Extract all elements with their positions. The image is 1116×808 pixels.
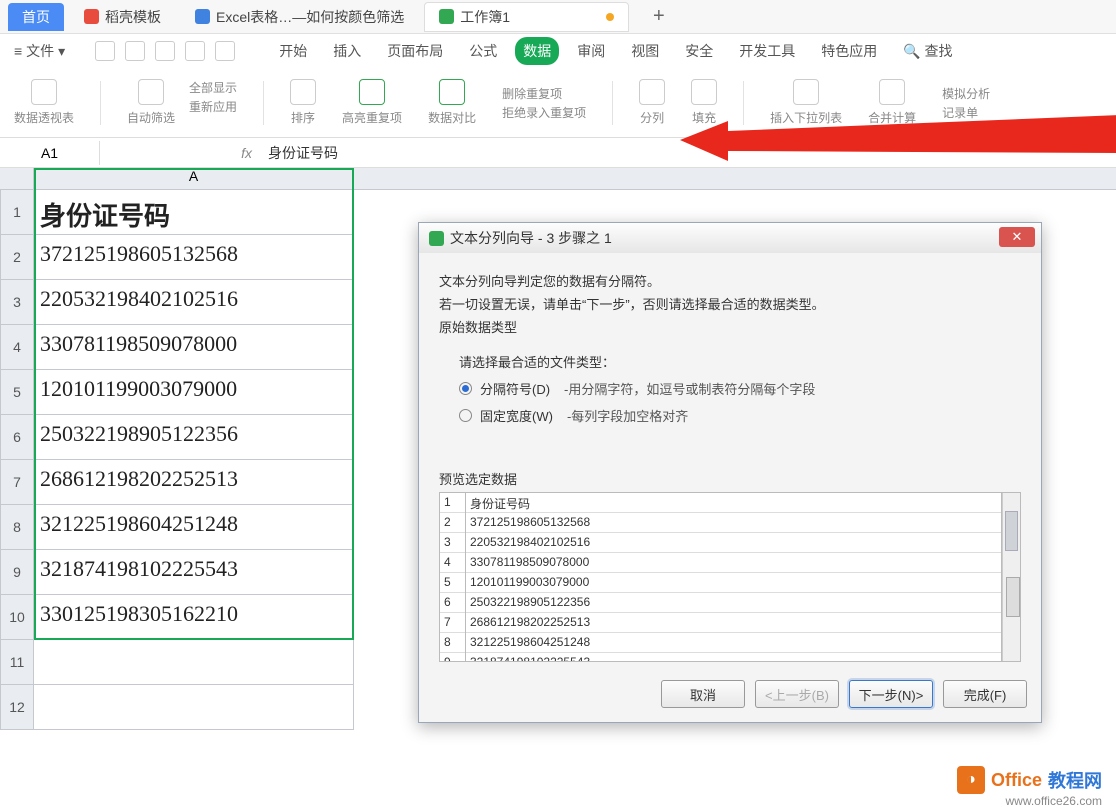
dialog-title: 文本分列向导 - 3 步骤之 1 [450, 228, 612, 248]
row-num[interactable]: 10 [0, 595, 34, 640]
cell[interactable]: 250322198905122356 [34, 415, 354, 460]
option-delimited[interactable]: 分隔符号(D) -用分隔字符，如逗号或制表符分隔每个字段 [459, 379, 1011, 398]
select-all-corner[interactable] [0, 168, 34, 189]
radio-icon [459, 409, 472, 422]
cancel-button[interactable]: 取消 [661, 680, 745, 708]
finish-button[interactable]: 完成(F) [943, 680, 1027, 708]
rb-compare[interactable]: 数据对比 [428, 79, 476, 126]
row-num[interactable]: 12 [0, 685, 34, 730]
rb-pivot[interactable]: 数据透视表 [14, 79, 74, 126]
menu-insert[interactable]: 插入 [325, 37, 369, 65]
dialog-desc1: 文本分列向导判定您的数据有分隔符。 [439, 271, 1021, 290]
preview-label: 预览选定数据 [439, 469, 1021, 488]
rb-record[interactable]: 记录单 [942, 104, 990, 121]
rb-showall[interactable]: 全部显示 [189, 79, 237, 96]
doc-icon [195, 9, 210, 24]
rb-sort[interactable]: 排序 [290, 79, 316, 126]
menu-view[interactable]: 视图 [623, 37, 667, 65]
cell[interactable]: 身份证号码 [34, 190, 354, 235]
menu-data[interactable]: 数据 [515, 37, 559, 65]
row-num[interactable]: 4 [0, 325, 34, 370]
watermark-logo-icon: ◑ [957, 766, 985, 794]
tab-home[interactable]: 首页 [8, 3, 64, 31]
rb-whatif[interactable]: 模拟分析 [942, 85, 990, 102]
prev-button: <上一步(B) [755, 680, 839, 708]
radio-icon [459, 382, 472, 395]
dialog-titlebar[interactable]: 文本分列向导 - 3 步骤之 1 ✕ [419, 223, 1041, 253]
window-tabbar: 首页 稻壳模板 Excel表格…—如何按颜色筛选 工作簿1 + [0, 0, 1116, 34]
menu-layout[interactable]: 页面布局 [379, 37, 451, 65]
tab-workbook[interactable]: 工作簿1 [424, 2, 629, 32]
tab-template[interactable]: 稻壳模板 [70, 3, 175, 31]
print-icon[interactable] [125, 41, 145, 61]
preview-line-numbers: 123456789 [440, 493, 466, 661]
file-menu[interactable]: ≡ 文件 ▾ [14, 41, 65, 61]
row-num[interactable]: 11 [0, 640, 34, 685]
preview-pane: 123456789 身份证号码 372125198605132568 22053… [439, 492, 1021, 662]
col-header-A[interactable]: A [34, 168, 354, 189]
menubar: ≡ 文件 ▾ 开始 插入 页面布局 公式 数据 审阅 视图 安全 开发工具 特色… [0, 34, 1116, 68]
preview-icon[interactable] [155, 41, 175, 61]
menu-search[interactable]: 🔍 查找 [895, 37, 960, 65]
rb-dropdown[interactable]: 插入下拉列表 [770, 79, 842, 126]
formula-value[interactable]: 身份证号码 [260, 143, 1116, 163]
name-box[interactable]: A1 [0, 141, 100, 165]
cell[interactable]: 120101199003079000 [34, 370, 354, 415]
cell[interactable]: 321874198102225543 [34, 550, 354, 595]
rb-filter[interactable]: 自动筛选 [127, 79, 175, 126]
close-button[interactable]: ✕ [999, 227, 1035, 247]
row-num[interactable]: 2 [0, 235, 34, 280]
section-label: 原始数据类型 [439, 317, 1021, 336]
cell[interactable]: 220532198402102516 [34, 280, 354, 325]
rb-highlight-dup[interactable]: 高亮重复项 [342, 79, 402, 126]
menu-review[interactable]: 审阅 [569, 37, 613, 65]
rb-remove-dup[interactable]: 删除重复项 [502, 85, 586, 102]
row-num[interactable]: 1 [0, 190, 34, 235]
next-button[interactable]: 下一步(N)> [849, 680, 933, 708]
rb-text-to-columns[interactable]: 分列 [639, 79, 665, 126]
redo-icon[interactable] [215, 41, 235, 61]
tab-excel-doc[interactable]: Excel表格…—如何按颜色筛选 [181, 3, 418, 31]
rb-reapply[interactable]: 重新应用 [189, 98, 237, 115]
save-icon[interactable] [95, 41, 115, 61]
menu-security[interactable]: 安全 [677, 37, 721, 65]
rb-consolidate[interactable]: 合并计算 [868, 79, 916, 126]
sheet-icon [439, 9, 454, 24]
row-num[interactable]: 7 [0, 460, 34, 505]
dialog-icon [429, 231, 444, 246]
row-num[interactable]: 3 [0, 280, 34, 325]
unsaved-dot-icon [606, 13, 614, 21]
cell[interactable] [34, 685, 354, 730]
cell[interactable]: 330125198305162210 [34, 595, 354, 640]
preview-data-col: 身份证号码 372125198605132568 220532198402102… [466, 493, 1002, 661]
row-num[interactable]: 8 [0, 505, 34, 550]
cell[interactable] [34, 640, 354, 685]
menu-special[interactable]: 特色应用 [813, 37, 885, 65]
cell[interactable]: 268612198202252513 [34, 460, 354, 505]
menu-devtools[interactable]: 开发工具 [731, 37, 803, 65]
menu-start[interactable]: 开始 [271, 37, 315, 65]
dialog-desc2: 若一切设置无误，请单击“下一步”，否则请选择最合适的数据类型。 [439, 294, 1021, 313]
undo-icon[interactable] [185, 41, 205, 61]
watermark-url: www.office26.com [1006, 794, 1103, 808]
text-to-columns-dialog: 文本分列向导 - 3 步骤之 1 ✕ 文本分列向导判定您的数据有分隔符。 若一切… [418, 222, 1042, 723]
rb-reject-dup[interactable]: 拒绝录入重复项 [502, 104, 586, 121]
ribbon: 数据透视表 自动筛选 全部显示 重新应用 排序 高亮重复项 数据对比 删除重复项… [0, 68, 1116, 138]
cell[interactable]: 330781198509078000 [34, 325, 354, 370]
cell[interactable]: 372125198605132568 [34, 235, 354, 280]
rb-fill[interactable]: 填充 [691, 79, 717, 126]
preview-restore-icon[interactable] [1006, 577, 1020, 617]
option-prompt: 请选择最合适的文件类型： [459, 352, 1011, 371]
fire-icon [84, 9, 99, 24]
cell[interactable]: 321225198604251248 [34, 505, 354, 550]
row-num[interactable]: 6 [0, 415, 34, 460]
row-num[interactable]: 5 [0, 370, 34, 415]
formula-bar: A1 fx 身份证号码 [0, 138, 1116, 168]
watermark: ◑ Office教程网 [957, 766, 1102, 794]
fx-icon[interactable]: fx [100, 145, 260, 161]
option-fixedwidth[interactable]: 固定宽度(W) -每列字段加空格对齐 [459, 406, 1011, 425]
new-tab-button[interactable]: + [653, 5, 665, 28]
menu-formula[interactable]: 公式 [461, 37, 505, 65]
row-num[interactable]: 9 [0, 550, 34, 595]
